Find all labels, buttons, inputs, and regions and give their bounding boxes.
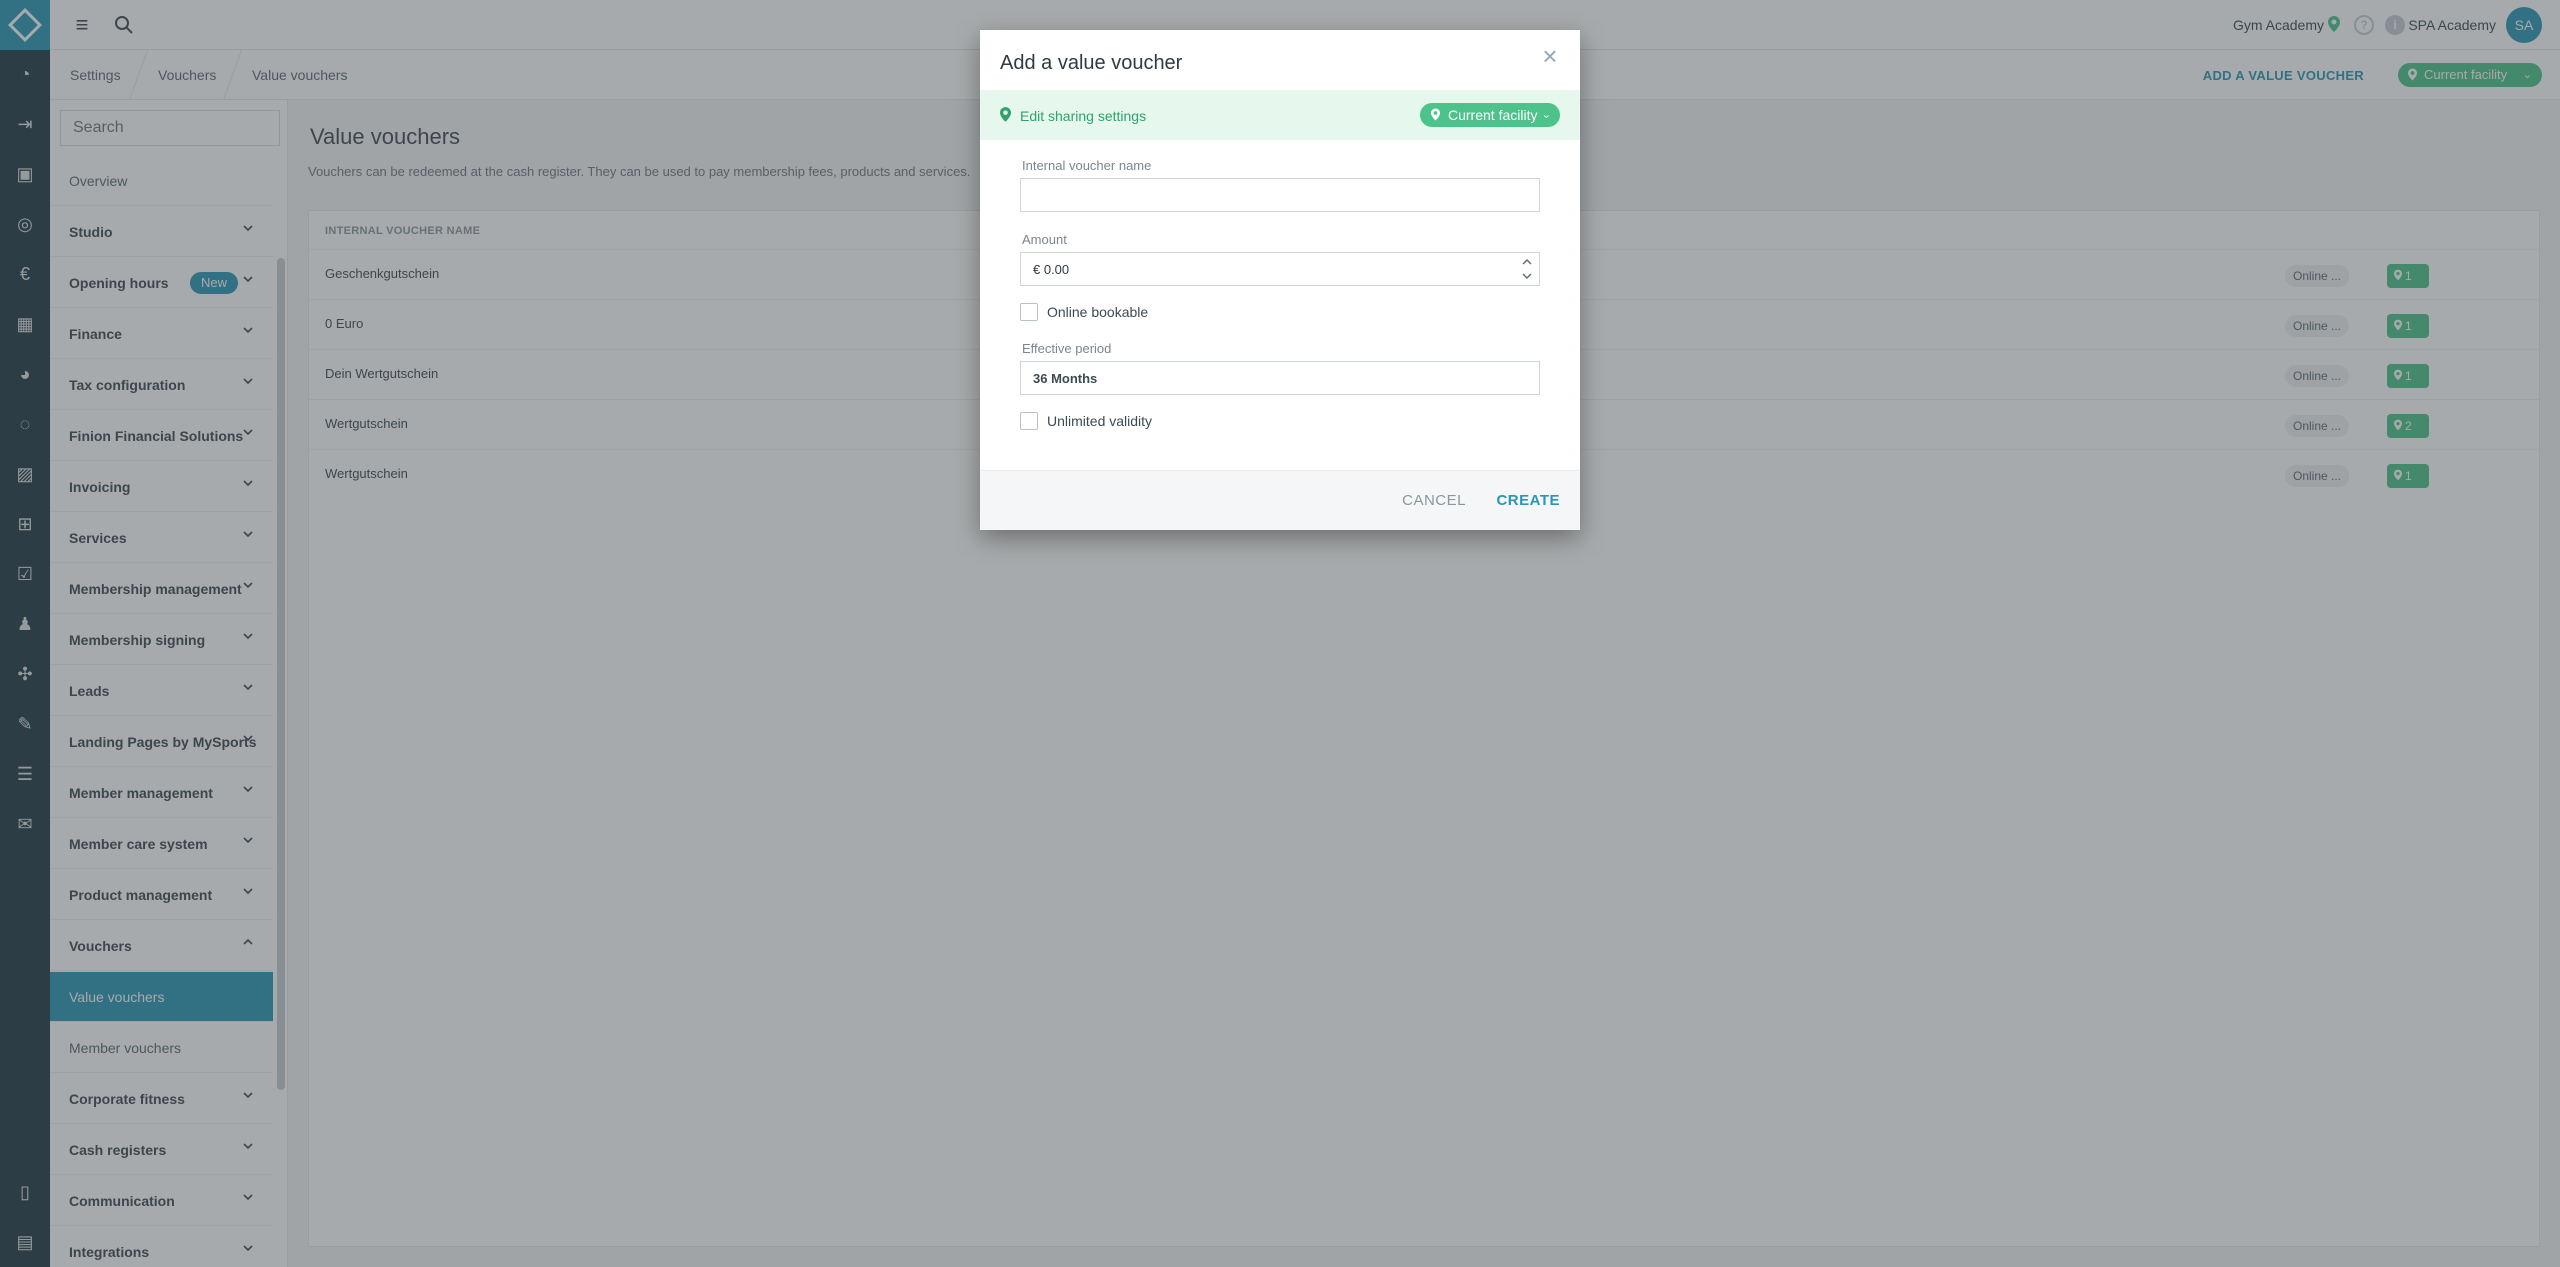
amount-input[interactable]: € 0.00 — [1020, 252, 1540, 286]
close-icon[interactable]: × — [1538, 43, 1562, 69]
cancel-button[interactable]: CANCEL — [1402, 492, 1466, 509]
dialog-title: Add a value voucher — [1000, 52, 1183, 74]
sharing-scope-dropdown[interactable]: Current facility ⌄ — [1420, 103, 1560, 127]
voucher-name-label: Internal voucher name — [1022, 158, 1152, 173]
chevron-down-icon: ⌄ — [1541, 109, 1551, 121]
amount-label: Amount — [1022, 232, 1067, 247]
online-bookable-label[interactable]: Online bookable — [1047, 304, 1148, 320]
chevron-down-icon[interactable] — [1521, 270, 1533, 282]
unlimited-validity-label[interactable]: Unlimited validity — [1047, 413, 1152, 429]
effective-period-label: Effective period — [1022, 341, 1112, 356]
location-pin-icon — [1431, 108, 1440, 121]
edit-sharing-settings-link[interactable]: Edit sharing settings — [1020, 108, 1146, 124]
add-value-voucher-dialog: Add a value voucher × Edit sharing setti… — [980, 30, 1580, 530]
unlimited-validity-checkbox[interactable] — [1020, 412, 1038, 430]
effective-period-select[interactable]: 36 Months — [1020, 361, 1540, 395]
sharing-scope-label: Current facility — [1448, 107, 1538, 123]
location-pin-icon — [1000, 107, 1011, 122]
voucher-name-input[interactable] — [1020, 178, 1540, 212]
amount-value: € 0.00 — [1033, 262, 1070, 277]
online-bookable-checkbox[interactable] — [1020, 303, 1038, 321]
sharing-settings-bar: Edit sharing settings Current facility ⌄ — [980, 90, 1580, 140]
create-button[interactable]: CREATE — [1496, 492, 1560, 509]
amount-stepper[interactable] — [1517, 253, 1537, 285]
chevron-up-icon[interactable] — [1521, 256, 1533, 268]
dialog-footer: CANCEL CREATE — [980, 470, 1580, 530]
effective-period-value: 36 Months — [1033, 371, 1098, 386]
